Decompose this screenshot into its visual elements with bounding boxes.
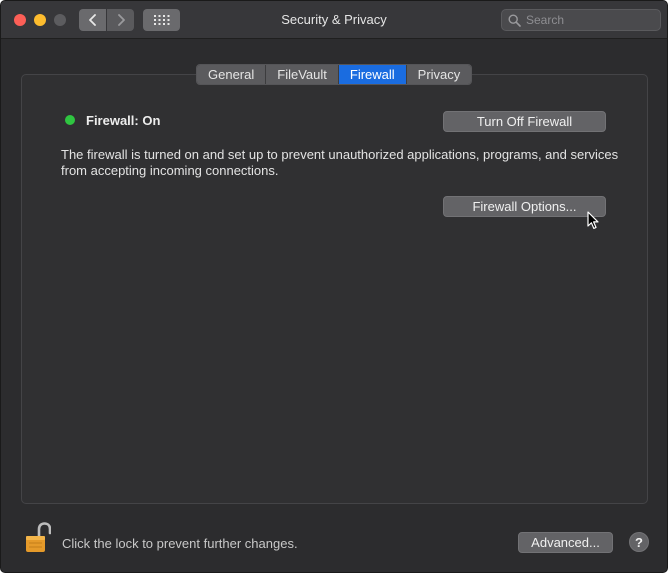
firewall-status-indicator — [65, 115, 75, 125]
search-field[interactable] — [501, 9, 661, 31]
preferences-window: Security & Privacy General FileVault Fir… — [0, 0, 668, 573]
firewall-status-label: Firewall: On — [86, 113, 161, 128]
tab-filevault[interactable]: FileVault — [266, 65, 339, 84]
chevron-right-icon — [117, 14, 125, 26]
tab-bar: General FileVault Firewall Privacy — [196, 64, 473, 85]
tab-general[interactable]: General — [197, 65, 267, 84]
grid-icon — [153, 15, 169, 25]
show-all-button[interactable] — [143, 9, 180, 31]
chevron-left-icon — [88, 14, 96, 26]
tab-firewall[interactable]: Firewall — [338, 65, 407, 84]
close-icon[interactable] — [14, 14, 26, 26]
firewall-panel — [21, 74, 648, 504]
lock-message: Click the lock to prevent further change… — [62, 536, 298, 551]
advanced-button[interactable]: Advanced... — [518, 532, 613, 553]
firewall-description: The firewall is turned on and set up to … — [61, 147, 619, 178]
navigation-buttons — [79, 9, 134, 31]
forward-button[interactable] — [107, 9, 134, 31]
arrow-cursor-icon — [587, 211, 599, 229]
zoom-icon[interactable] — [54, 14, 66, 26]
turn-off-firewall-button[interactable]: Turn Off Firewall — [443, 111, 606, 132]
search-input[interactable] — [526, 13, 656, 27]
firewall-options-button[interactable]: Firewall Options... — [443, 196, 606, 217]
search-icon — [508, 13, 521, 27]
help-button[interactable]: ? — [629, 532, 649, 552]
unlocked-padlock-icon[interactable] — [25, 522, 51, 554]
minimize-icon[interactable] — [34, 14, 46, 26]
title-bar: Security & Privacy — [1, 1, 667, 39]
back-button[interactable] — [79, 9, 106, 31]
tab-privacy[interactable]: Privacy — [406, 65, 472, 84]
